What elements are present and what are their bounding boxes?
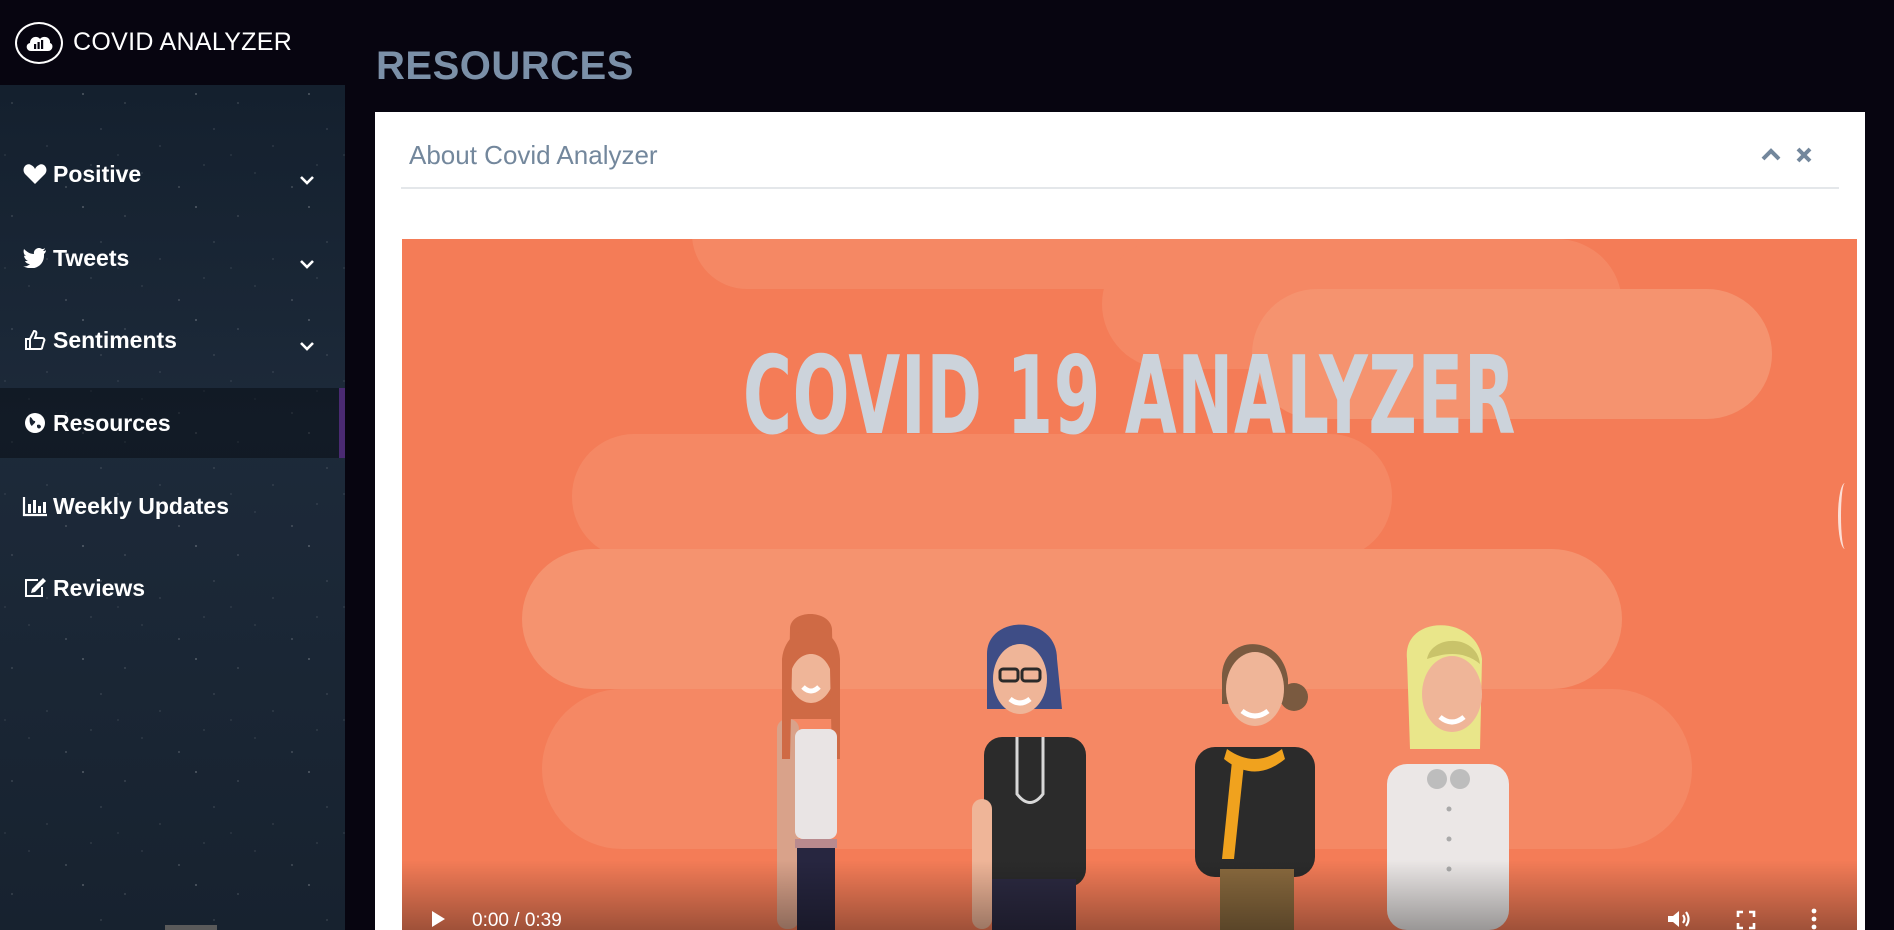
heart-icon bbox=[22, 162, 48, 186]
twitter-icon bbox=[22, 246, 48, 270]
sidebar-item-label: Resources bbox=[53, 409, 171, 436]
chevron-down-icon[interactable] bbox=[299, 331, 315, 358]
play-icon[interactable] bbox=[430, 910, 446, 928]
thumbs-up-icon bbox=[22, 328, 48, 352]
sidebar-item-reviews[interactable]: Reviews bbox=[0, 553, 345, 623]
scroll-indicator bbox=[1838, 483, 1852, 549]
page-title: RESOURCES bbox=[376, 44, 634, 88]
chevron-up-icon[interactable] bbox=[1759, 146, 1783, 164]
about-panel: About Covid Analyzer COVID 19 ANALYZER 0… bbox=[375, 112, 1865, 930]
edit-icon bbox=[22, 576, 48, 600]
globe-icon bbox=[22, 411, 48, 435]
more-options-icon[interactable] bbox=[1810, 908, 1818, 930]
sidebar-item-positive[interactable]: Positive bbox=[0, 139, 345, 209]
sidebar-item-label: Sentiments bbox=[53, 326, 177, 353]
sidebar: Positive Tweets Sentiments Resources Wee… bbox=[0, 85, 345, 930]
sidebar-item-label: Weekly Updates bbox=[53, 492, 229, 519]
video-heading: COVID 19 ANALYZER bbox=[742, 334, 1517, 459]
chevron-down-icon[interactable] bbox=[299, 165, 315, 192]
volume-icon[interactable] bbox=[1666, 908, 1692, 930]
video-time: 0:00 / 0:39 bbox=[472, 910, 562, 930]
panel-title: About Covid Analyzer bbox=[409, 140, 658, 170]
sidebar-item-resources[interactable]: Resources bbox=[0, 388, 345, 458]
horizontal-scrollbar[interactable] bbox=[165, 925, 217, 930]
close-icon[interactable] bbox=[1793, 144, 1815, 166]
app-title[interactable]: COVID ANALYZER bbox=[73, 28, 292, 57]
brand-bar: COVID ANALYZER bbox=[0, 0, 345, 85]
video-controls: 0:00 / 0:39 bbox=[402, 860, 1857, 930]
sidebar-item-label: Reviews bbox=[53, 574, 146, 601]
bar-chart-icon bbox=[22, 494, 48, 518]
video-player[interactable]: COVID 19 ANALYZER 0:00 / 0:39 bbox=[402, 239, 1857, 930]
sidebar-item-tweets[interactable]: Tweets bbox=[0, 223, 345, 293]
sidebar-item-sentiments[interactable]: Sentiments bbox=[0, 305, 345, 375]
fullscreen-icon[interactable] bbox=[1736, 910, 1756, 930]
sidebar-item-label: Tweets bbox=[53, 244, 130, 271]
panel-header: About Covid Analyzer bbox=[401, 112, 1839, 189]
sidebar-item-weekly-updates[interactable]: Weekly Updates bbox=[0, 471, 345, 541]
sidebar-item-label: Positive bbox=[53, 160, 142, 187]
chevron-down-icon[interactable] bbox=[299, 249, 315, 276]
cloud-chart-icon[interactable] bbox=[15, 21, 63, 64]
